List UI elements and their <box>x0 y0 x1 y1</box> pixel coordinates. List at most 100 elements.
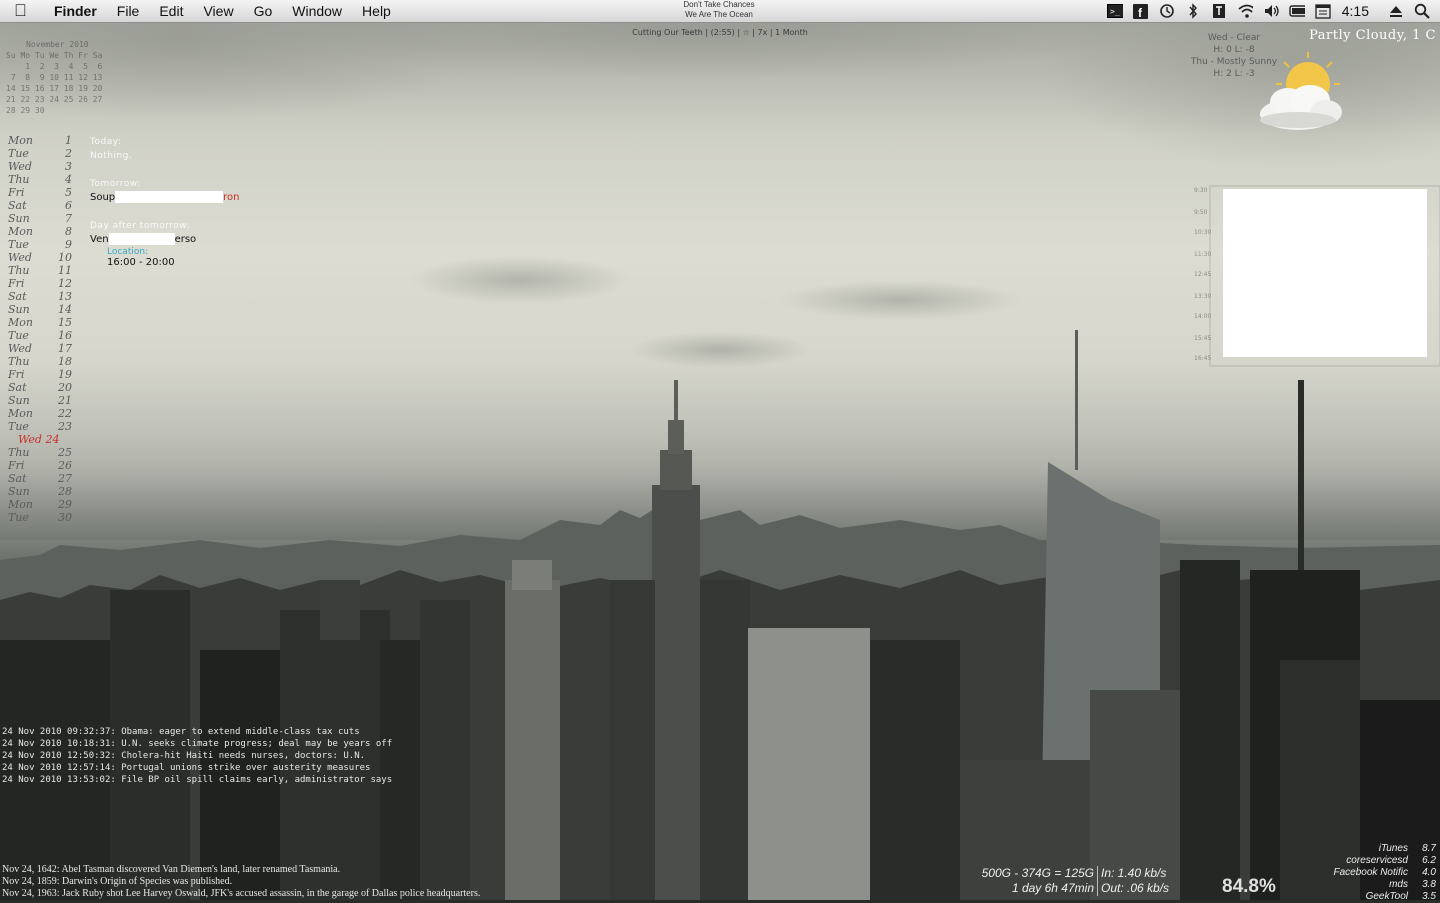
day-name: Sun <box>8 212 30 225</box>
day-number: 23 <box>58 420 72 433</box>
svg-text:14:00: 14:00 <box>1194 313 1211 320</box>
day-name: Mon <box>8 498 33 511</box>
news-item[interactable]: 24 Nov 2010 10:18:31: U.N. seeks climate… <box>2 738 392 750</box>
day-list-row: Wed 10 <box>8 251 78 264</box>
mini-calendar-row: Su Mo Tu We Th Fr Sa <box>6 51 103 60</box>
agenda-today-event: Nothing. <box>90 151 133 161</box>
mini-calendar-title: November 2010 <box>26 40 89 49</box>
process-row: Facebook Notific 4.0 <box>1320 867 1438 879</box>
day-number: 21 <box>58 394 72 407</box>
day-name: Mon <box>8 407 33 420</box>
day-number: 19 <box>58 368 72 381</box>
now-playing-artist: We Are The Ocean <box>685 10 753 19</box>
news-item[interactable]: 24 Nov 2010 12:50:32: Cholera-hit Haiti … <box>2 750 392 762</box>
news-item[interactable]: 24 Nov 2010 13:53:02: File BP oil spill … <box>2 774 392 786</box>
status-menus: >_ f 4:15 <box>1102 0 1440 22</box>
process-name: GeekTool <box>1365 891 1408 902</box>
mini-calendar-widget: November 2010 Su Mo Tu We Th Fr Sa 1 2 3… <box>6 39 102 116</box>
process-name: coreservicesd <box>1346 855 1408 866</box>
menu-clock[interactable]: 4:15 <box>1342 3 1369 19</box>
agenda-dayafter-event: Ven erso <box>90 233 240 247</box>
day-name: Tue <box>8 511 29 524</box>
terminal-icon[interactable]: >_ <box>1106 3 1123 19</box>
eject-icon[interactable] <box>1388 3 1404 19</box>
day-number: 29 <box>58 498 72 511</box>
day-number: 8 <box>65 225 72 238</box>
day-number: 17 <box>58 342 72 355</box>
day-name: Sun <box>8 485 30 498</box>
day-list-row: Thu 18 <box>8 355 78 368</box>
svg-text:12:45: 12:45 <box>1194 271 1211 278</box>
day-name: Fri <box>8 459 25 472</box>
day-number: 15 <box>58 316 72 329</box>
menu-view[interactable]: View <box>203 3 233 19</box>
apple-menu-icon[interactable]:  <box>14 1 27 21</box>
agenda-event-title-start: Soup <box>90 192 116 203</box>
day-list-row: Mon 29 <box>8 498 78 511</box>
day-list-row: Mon 8 <box>8 225 78 238</box>
menu-app-finder[interactable]: Finder <box>54 3 97 19</box>
svg-text:10:30: 10:30 <box>1194 229 1211 236</box>
battery-icon[interactable] <box>1289 3 1305 19</box>
day-name: Wed <box>8 251 32 264</box>
day-name: Mon <box>8 316 33 329</box>
day-number: 26 <box>58 459 72 472</box>
day-list-today: Wed 24 <box>8 433 78 446</box>
day-number: 7 <box>65 212 72 225</box>
day-name: Thu <box>8 264 30 277</box>
wifi-icon[interactable] <box>1237 3 1253 19</box>
process-name: mds <box>1389 879 1408 890</box>
menu-go[interactable]: Go <box>254 3 273 19</box>
day-number: 20 <box>58 381 72 394</box>
day-number: 14 <box>58 303 72 316</box>
top-processes-widget: iTunes 8.7 coreservicesd 6.2 Facebook Notifi… <box>1320 843 1438 903</box>
day-name: Sat <box>8 472 27 485</box>
evernote-icon[interactable] <box>1211 3 1227 19</box>
news-item[interactable]: 24 Nov 2010 12:57:14: Portugal unions st… <box>2 762 392 774</box>
day-list-row: Sun 21 <box>8 394 78 407</box>
day-name: Tue <box>8 238 29 251</box>
agenda-location-label: Location: <box>107 247 149 257</box>
process-cpu: 8.7 <box>1422 843 1436 854</box>
process-row: coreservicesd 6.2 <box>1320 855 1438 867</box>
agenda-today-label: Today: <box>90 137 122 147</box>
news-item[interactable]: 24 Nov 2010 09:32:37: Obama: eager to ex… <box>2 726 392 738</box>
day-number: 4 <box>65 173 72 186</box>
day-number: 12 <box>58 277 72 290</box>
day-number: 11 <box>58 264 72 277</box>
menu-help[interactable]: Help <box>362 3 391 19</box>
mini-calendar-row: 14 15 16 17 18 19 20 <box>6 84 103 93</box>
menu-window[interactable]: Window <box>292 3 342 19</box>
day-list-row: Sat 6 <box>8 199 78 212</box>
mini-calendar-row: 28 29 30 <box>6 106 45 115</box>
agenda-event-title-end: erso <box>174 234 197 245</box>
day-name: Tue <box>8 329 29 342</box>
svg-text:13:30: 13:30 <box>1194 293 1211 300</box>
now-playing-menu-extra[interactable]: Don't Take Chances We Are The Ocean <box>640 0 798 20</box>
day-list-row: Tue 16 <box>8 329 78 342</box>
day-name: Sat <box>8 290 27 303</box>
day-name: Wed <box>8 342 32 355</box>
day-number: 3 <box>65 160 72 173</box>
facebook-icon[interactable]: f <box>1133 3 1149 19</box>
day-number: 1 <box>65 134 72 147</box>
day-list-row: Wed 17 <box>8 342 78 355</box>
day-number: 30 <box>58 511 72 524</box>
menu-edit[interactable]: Edit <box>159 3 183 19</box>
day-list-row: Thu 25 <box>8 446 78 459</box>
calendar-icon[interactable] <box>1315 3 1331 19</box>
history-item: Nov 24, 1963: Jack Ruby shot Lee Harvey … <box>2 888 481 899</box>
day-list-row: Fri 12 <box>8 277 78 290</box>
day-name: Sun <box>8 303 30 316</box>
volume-icon[interactable] <box>1263 3 1279 19</box>
redaction-block <box>1223 189 1427 357</box>
day-name: Tue <box>8 147 29 160</box>
time-machine-icon[interactable] <box>1159 3 1175 19</box>
redaction-block <box>108 233 175 245</box>
process-cpu: 3.8 <box>1422 879 1436 890</box>
day-number: 2 <box>65 147 72 160</box>
menu-file[interactable]: File <box>117 3 140 19</box>
day-name: Mon <box>8 225 33 238</box>
spotlight-icon[interactable] <box>1414 3 1430 19</box>
bluetooth-icon[interactable] <box>1185 3 1201 19</box>
